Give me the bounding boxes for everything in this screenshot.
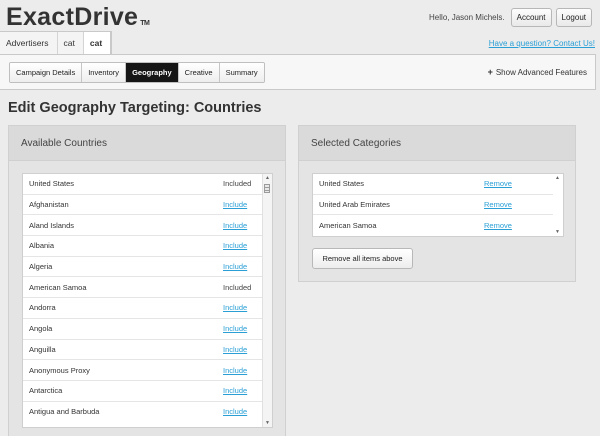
selected-categories-panel: Selected Categories United States Remove … (298, 125, 576, 282)
remove-link[interactable]: Remove (484, 221, 512, 230)
list-item: Aland Islands Include (23, 215, 272, 237)
include-link[interactable]: Include (223, 200, 247, 209)
list-item: Albania Include (23, 236, 272, 257)
include-link[interactable]: Include (223, 324, 247, 333)
remove-all-button[interactable]: Remove all items above (312, 248, 413, 269)
selected-list-scrollbar[interactable]: ▲ ▼ (553, 174, 563, 236)
selected-categories-list[interactable]: United States Remove United Arab Emirates… (312, 173, 564, 237)
account-button[interactable]: Account (510, 8, 552, 27)
included-status: Included (223, 179, 252, 189)
available-countries-list[interactable]: United States Included Afghanistan Include… (22, 173, 273, 428)
page-title: Edit Geography Targeting: Countries (8, 100, 262, 116)
contact-us-link[interactable]: Have a question? Contact Us! (489, 39, 595, 48)
greeting-text: Hello, Jason Michels. (429, 13, 505, 22)
selected-categories-header: Selected Categories (299, 126, 575, 161)
plus-icon: + (487, 67, 493, 77)
available-list-scrollbar[interactable]: ▲ ▼ (262, 174, 272, 427)
list-item: United Arab Emirates Remove (313, 195, 563, 216)
logo-trademark: TM (140, 20, 150, 27)
tab-summary[interactable]: Summary (219, 63, 264, 82)
include-link[interactable]: Include (223, 303, 247, 312)
tab-creative[interactable]: Creative (178, 63, 220, 82)
tab-geography[interactable]: Geography (126, 63, 179, 82)
tab-group: Campaign Details Inventory Geography Cre… (9, 62, 265, 83)
include-link[interactable]: Include (223, 241, 247, 250)
remove-link[interactable]: Remove (484, 200, 512, 209)
breadcrumb-item-campaign: cat (83, 32, 112, 54)
include-link[interactable]: Include (223, 262, 247, 271)
list-item: Afghanistan Include (23, 195, 272, 216)
logout-button[interactable]: Logout (555, 8, 592, 27)
include-link[interactable]: Include (223, 366, 247, 375)
scroll-up-icon[interactable]: ▲ (265, 175, 270, 181)
include-link[interactable]: Include (223, 386, 247, 395)
show-advanced-features-link[interactable]: + Show Advanced Features (488, 67, 587, 77)
list-item: Andorra Include (23, 298, 272, 319)
category-name: United Arab Emirates (319, 200, 390, 210)
include-link[interactable]: Include (223, 407, 247, 416)
breadcrumb: Advertisers cat cat (0, 31, 113, 55)
user-area: Hello, Jason Michels. Account Logout (429, 8, 592, 27)
tab-inventory[interactable]: Inventory (82, 63, 127, 82)
list-item: Anguilla Include (23, 340, 272, 361)
include-link[interactable]: Include (223, 345, 247, 354)
logo: ExactDrive TM (6, 3, 150, 32)
scroll-up-icon[interactable]: ▲ (555, 175, 560, 181)
logo-text: ExactDrive (6, 3, 139, 31)
list-item: Anonymous Proxy Include (23, 360, 272, 381)
list-item: Antarctica Include (23, 381, 272, 402)
breadcrumb-item-advertisers[interactable]: Advertisers (0, 32, 58, 54)
included-status: Included (223, 282, 252, 292)
tab-campaign-details[interactable]: Campaign Details (10, 63, 83, 82)
list-item: Angola Include (23, 319, 272, 340)
remove-link[interactable]: Remove (484, 179, 512, 188)
list-item: Antigua and Barbuda Include (23, 402, 272, 423)
category-name: United States (319, 179, 365, 189)
list-item: United States Remove (313, 174, 563, 195)
list-item: American Samoa Remove (313, 215, 563, 236)
list-item: United States Included (23, 174, 272, 195)
available-countries-header: Available Countries (9, 126, 285, 161)
scroll-down-icon[interactable]: ▼ (265, 420, 270, 426)
show-advanced-label: Show Advanced Features (495, 67, 587, 77)
category-name: American Samoa (319, 221, 377, 231)
scroll-thumb[interactable] (264, 184, 270, 193)
scroll-down-icon[interactable]: ▼ (555, 229, 560, 235)
include-link[interactable]: Include (223, 221, 247, 230)
campaign-tabbar: Campaign Details Inventory Geography Cre… (0, 54, 596, 90)
breadcrumb-item-advertiser[interactable]: cat (58, 32, 84, 54)
list-item: American Samoa Included (23, 277, 272, 299)
list-item: Algeria Include (23, 257, 272, 278)
available-countries-panel: Available Countries United States Include… (8, 125, 286, 436)
